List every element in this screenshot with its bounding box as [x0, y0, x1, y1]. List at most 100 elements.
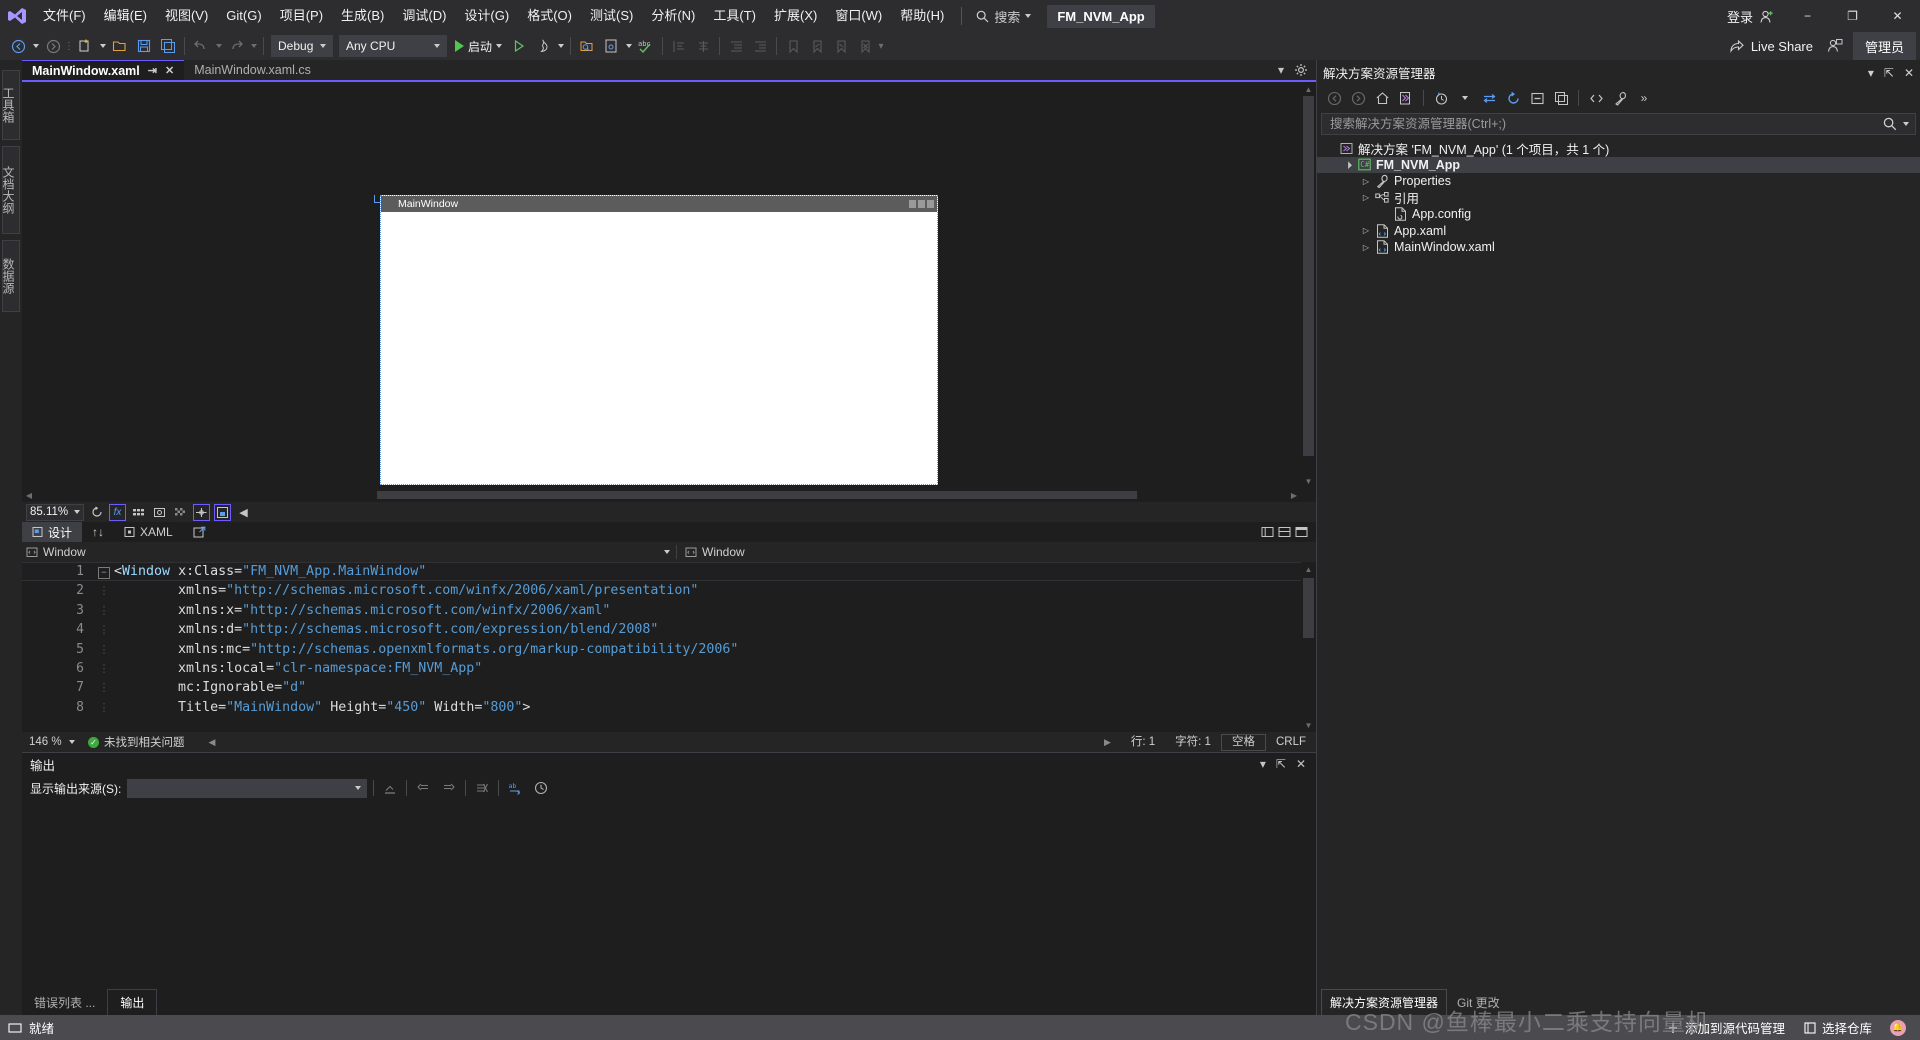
- navbar-type-dropdown[interactable]: Window: [22, 545, 676, 559]
- window-preview[interactable]: MainWindow: [380, 195, 938, 485]
- pin-panel-icon[interactable]: ⇱: [1276, 757, 1286, 771]
- chevron-right-icon[interactable]: ▷: [1359, 177, 1373, 186]
- menu-item-test[interactable]: 测试(S): [581, 0, 642, 32]
- view-code-icon[interactable]: [1585, 87, 1607, 109]
- undo-icon[interactable]: [189, 34, 213, 58]
- code-zoom-combo[interactable]: 146 %: [26, 734, 78, 751]
- preview-client-area[interactable]: [381, 212, 937, 484]
- toggle-word-wrap-icon[interactable]: ab: [505, 778, 525, 798]
- home-icon[interactable]: [1371, 87, 1393, 109]
- close-panel-icon[interactable]: ✕: [1904, 66, 1914, 80]
- scroll-right-icon[interactable]: ▶: [1287, 488, 1301, 502]
- navbar-member-dropdown[interactable]: Window: [676, 545, 1316, 559]
- clear-all-icon[interactable]: [380, 778, 400, 798]
- solution-explorer-search[interactable]: [1321, 113, 1916, 135]
- menu-item-format[interactable]: 格式(O): [518, 0, 581, 32]
- select-repository-button[interactable]: 选择仓库: [1803, 1018, 1872, 1037]
- menu-item-analyze[interactable]: 分析(N): [642, 0, 704, 32]
- start-without-debugging-icon[interactable]: [507, 34, 531, 58]
- pop-out-xaml-button[interactable]: [183, 522, 216, 542]
- chevron-right-icon[interactable]: ▷: [1359, 226, 1373, 235]
- editor-settings-gear-icon[interactable]: [1294, 63, 1308, 77]
- tab-list-chevron-down-icon[interactable]: ▾: [1278, 63, 1284, 77]
- new-project-icon[interactable]: [73, 34, 97, 58]
- toolbar-overflow-button[interactable]: ▾: [877, 37, 885, 55]
- search-input[interactable]: [1328, 116, 1883, 132]
- output-panel-menu-chevron-down-icon[interactable]: ▾: [1260, 757, 1266, 771]
- pin-panel-icon[interactable]: ⇱: [1884, 66, 1894, 80]
- chevron-down-icon[interactable]: ◢: [1340, 157, 1356, 173]
- undo-dropdown[interactable]: [213, 34, 224, 58]
- sidebar-item-data-sources[interactable]: 数据源: [1, 240, 20, 312]
- split-vertical-icon[interactable]: [1278, 526, 1291, 539]
- chevron-right-icon[interactable]: ▷: [1359, 193, 1373, 202]
- align-center-icon[interactable]: [691, 34, 715, 58]
- tree-item-mainwindow.xaml[interactable]: ▷ MainWindow.xaml: [1317, 239, 1920, 256]
- indentation-indicator[interactable]: 空格: [1220, 733, 1266, 751]
- scroll-down-icon[interactable]: ▼: [1301, 718, 1316, 732]
- tree-item-app.xaml[interactable]: ▷ App.xaml: [1317, 223, 1920, 240]
- tab-xaml-view[interactable]: XAML: [114, 522, 183, 542]
- tab-git-changes[interactable]: Git 更改: [1449, 990, 1508, 1015]
- select-element-icon[interactable]: [575, 34, 599, 58]
- save-all-icon[interactable]: [156, 34, 180, 58]
- feedback-icon[interactable]: [1823, 34, 1847, 58]
- issue-scroll-left-icon[interactable]: ◀: [209, 737, 216, 748]
- notifications-button[interactable]: 🔔: [1890, 1019, 1906, 1036]
- menu-item-build[interactable]: 生成(B): [332, 0, 393, 32]
- save-icon[interactable]: [132, 34, 156, 58]
- indent-increase-icon[interactable]: [748, 34, 772, 58]
- menu-item-help[interactable]: 帮助(H): [891, 0, 953, 32]
- filter-dropdown-chevron-down-icon[interactable]: [1454, 87, 1476, 109]
- code-lines-container[interactable]: 1− <Window x:Class="FM_NVM_App.MainWindow…: [22, 562, 1301, 732]
- solution-configuration-combo[interactable]: Debug: [271, 35, 333, 57]
- show-grid-icon[interactable]: [130, 504, 147, 521]
- indent-decrease-icon[interactable]: [724, 34, 748, 58]
- scroll-up-icon[interactable]: ▲: [1301, 562, 1316, 576]
- designer-horizontal-scrollbar[interactable]: ◀ ▶: [22, 488, 1301, 502]
- sidebar-item-toolbox[interactable]: 工具箱: [1, 70, 20, 140]
- scroll-left-icon[interactable]: ◀: [22, 488, 36, 502]
- xaml-designer-surface[interactable]: MainWindow ▲ ▼ ◀ ▶: [22, 82, 1316, 502]
- line-ending-indicator[interactable]: CRLF: [1266, 732, 1316, 752]
- panel-menu-chevron-down-icon[interactable]: ▾: [1868, 66, 1874, 80]
- menu-item-file[interactable]: 文件(F): [34, 0, 95, 32]
- navigate-backward-icon[interactable]: [6, 34, 30, 58]
- go-to-previous-message-icon[interactable]: [413, 778, 433, 798]
- toolbar-overflow-icon[interactable]: »: [1633, 87, 1655, 109]
- start-debug-button[interactable]: 启动: [450, 34, 507, 58]
- sync-with-active-document-icon[interactable]: [1478, 87, 1500, 109]
- toggle-timestamps-icon[interactable]: [531, 778, 551, 798]
- close-panel-icon[interactable]: ✕: [1296, 757, 1306, 771]
- switch-views-icon[interactable]: [1395, 87, 1417, 109]
- scroll-down-icon[interactable]: ▼: [1301, 474, 1316, 488]
- tab-error-list[interactable]: 错误列表 ...: [22, 990, 107, 1015]
- solution-tree[interactable]: 解决方案 'FM_NVM_App' (1 个项目，共 1 个) ◢ C# FM_NVM…: [1317, 140, 1920, 989]
- sidebar-item-document-outline[interactable]: 文档大纲: [1, 146, 20, 234]
- refresh-designer-icon[interactable]: [88, 504, 105, 521]
- global-search[interactable]: 搜索: [970, 4, 1037, 28]
- menu-item-window[interactable]: 窗口(W): [826, 0, 891, 32]
- search-options-chevron-down-icon[interactable]: [1903, 122, 1909, 126]
- refresh-icon[interactable]: [1502, 87, 1524, 109]
- live-share-button[interactable]: Live Share: [1719, 39, 1823, 54]
- designer-hscroll-thumb[interactable]: [377, 491, 1137, 499]
- transparency-grid-icon[interactable]: [172, 504, 189, 521]
- swap-panes-button[interactable]: ↑↓: [82, 522, 114, 542]
- navigate-backward-dropdown[interactable]: [30, 34, 41, 58]
- tree-item-app.config[interactable]: App.config: [1317, 206, 1920, 223]
- bookmark-next-icon[interactable]: [829, 34, 853, 58]
- pending-changes-filter-icon[interactable]: [1430, 87, 1452, 109]
- tree-item-properties[interactable]: ▷ Properties: [1317, 173, 1920, 190]
- bookmark-prev-icon[interactable]: [805, 34, 829, 58]
- code-line[interactable]: 8 ⋮ Title="MainWindow" Height="450" Width…: [22, 698, 1301, 717]
- sign-in-button[interactable]: 登录: [1717, 7, 1785, 26]
- menu-item-edit[interactable]: 编辑(E): [95, 0, 156, 32]
- menu-item-design[interactable]: 设计(G): [455, 0, 518, 32]
- code-line[interactable]: 3 ⋮ xmlns:x="http://schemas.microsoft.com…: [22, 601, 1301, 620]
- clear-bookmarks-icon[interactable]: [853, 34, 877, 58]
- live-visual-tree-dropdown[interactable]: [623, 34, 634, 58]
- document-tab-mainwindow-xaml[interactable]: MainWindow.xaml ⇥ ✕: [22, 60, 185, 80]
- code-line[interactable]: 2 ⋮ xmlns="http://schemas.microsoft.com/w…: [22, 581, 1301, 600]
- hot-reload-dropdown[interactable]: [555, 34, 566, 58]
